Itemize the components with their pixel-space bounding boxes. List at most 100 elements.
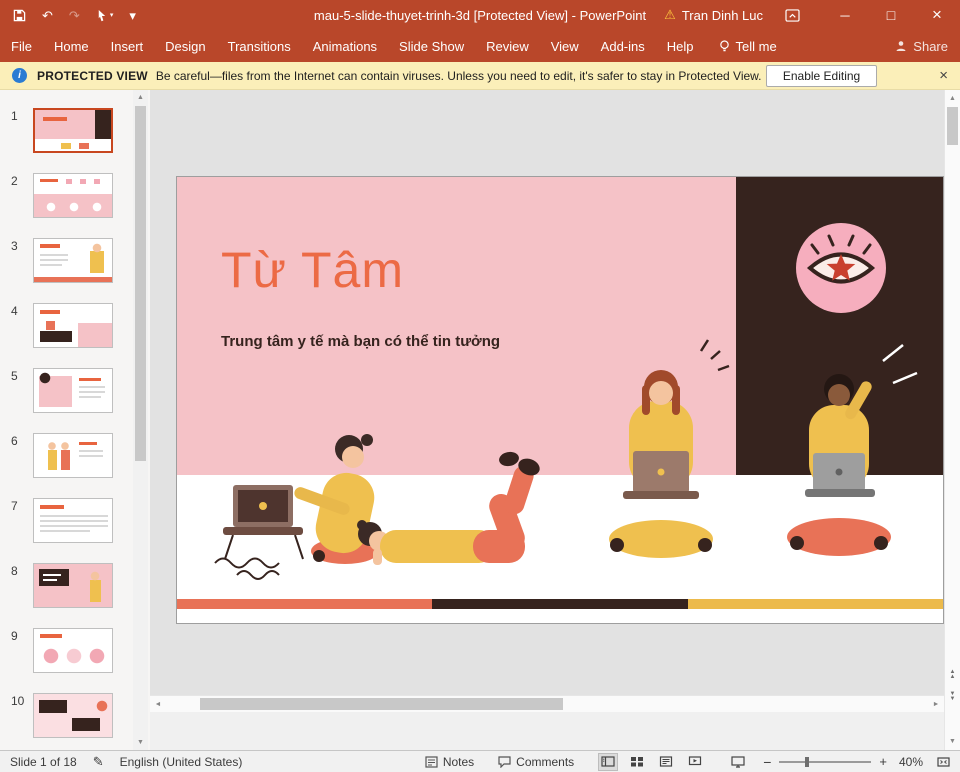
thumbnail-row: 5	[0, 368, 150, 433]
ribbon-display-options-icon[interactable]	[785, 9, 800, 22]
tab-review[interactable]: Review	[475, 30, 540, 62]
maximize-button[interactable]: □	[868, 0, 914, 30]
slide-title[interactable]: Từ Tâm	[221, 241, 404, 299]
zoom-level[interactable]: 40%	[899, 755, 923, 769]
slide-number: 1	[11, 109, 18, 123]
slide-thumbnail-7[interactable]	[33, 498, 113, 543]
slide-editor[interactable]: Từ Tâm Trung tâm y tế mà bạn có thể tin …	[176, 176, 944, 624]
zoom-out-button[interactable]: −	[763, 754, 771, 770]
thumbnail-row: 3	[0, 238, 150, 303]
tab-design[interactable]: Design	[154, 30, 216, 62]
minimize-button[interactable]: ─	[822, 0, 868, 30]
proofing-icon[interactable]: ✎	[93, 754, 104, 770]
eye-illustration	[796, 223, 886, 313]
tell-me-box[interactable]: Tell me	[719, 39, 777, 54]
thumbnail-row: 6	[0, 433, 150, 498]
scroll-right-icon[interactable]: ►	[928, 696, 944, 712]
slide-thumbnail-2[interactable]	[33, 173, 113, 218]
slide-show-button[interactable]	[685, 753, 705, 771]
previous-slide-button[interactable]: ▲ ▲	[945, 670, 960, 680]
person-icon	[895, 40, 907, 52]
slide-subtitle[interactable]: Trung tâm y tế mà bạn có thể tin tưởng	[221, 333, 500, 350]
slide-thumbnail-6[interactable]	[33, 433, 113, 478]
notes-icon	[425, 756, 438, 768]
zoom-slider[interactable]	[779, 761, 871, 763]
quick-access-toolbar: ↶ ↷ ▾ ▾	[0, 9, 136, 22]
tab-slide-show[interactable]: Slide Show	[388, 30, 475, 62]
vertical-scrollbar-thumb[interactable]	[947, 107, 958, 145]
customize-qat-icon[interactable]: ▾	[129, 9, 136, 22]
tab-view[interactable]: View	[540, 30, 590, 62]
tab-add-ins[interactable]: Add-ins	[590, 30, 656, 62]
vertical-scrollbar[interactable]: ▲ ▲ ▲ ▼ ▼ ▼	[944, 90, 960, 750]
scroll-up-icon[interactable]: ▲	[945, 91, 960, 106]
scroll-down-icon[interactable]: ▼	[945, 734, 960, 749]
scroll-up-icon[interactable]: ▲	[133, 90, 148, 105]
chevron-down-icon: ▼	[950, 697, 956, 702]
thumbnail-row: 9	[0, 628, 150, 693]
tab-help[interactable]: Help	[656, 30, 705, 62]
close-message-bar-icon[interactable]: ×	[939, 68, 948, 83]
slide-thumbnail-3[interactable]	[33, 238, 113, 283]
touch-mode-icon[interactable]: ▾	[96, 9, 114, 22]
thumbnail-panel-scrollbar[interactable]: ▲ ▼	[133, 90, 148, 750]
main-area: 1 2 3 4 5 6 7	[0, 90, 960, 750]
notes-button[interactable]: Notes	[425, 755, 474, 769]
slide-indicator[interactable]: Slide 1 of 18	[10, 755, 77, 769]
slide-number: 2	[11, 174, 18, 188]
tab-transitions[interactable]: Transitions	[217, 30, 302, 62]
presentation-display-icon[interactable]	[731, 756, 745, 768]
language-indicator[interactable]: English (United States)	[120, 755, 243, 769]
slide-thumbnail-5[interactable]	[33, 368, 113, 413]
eye-graphic	[796, 223, 886, 313]
save-icon[interactable]	[13, 9, 26, 22]
thumbnail-row: 1	[0, 108, 150, 173]
scrollbar-thumb[interactable]	[135, 106, 146, 461]
tab-file[interactable]: File	[0, 30, 43, 62]
scroll-left-icon[interactable]: ◄	[150, 696, 166, 712]
slide-sorter-view-button[interactable]	[627, 753, 647, 771]
thumbnail-row: 4	[0, 303, 150, 368]
slide-thumbnail-4[interactable]	[33, 303, 113, 348]
status-bar: Slide 1 of 18 ✎ English (United States) …	[0, 750, 960, 772]
fit-slide-to-window-icon[interactable]	[937, 756, 950, 768]
tab-insert[interactable]: Insert	[100, 30, 155, 62]
chevron-down-icon: ▾	[110, 12, 114, 19]
thumbnail-row: 8	[0, 563, 150, 628]
tab-animations[interactable]: Animations	[302, 30, 388, 62]
horizontal-scrollbar[interactable]: ◄ ►	[150, 695, 944, 712]
close-button[interactable]: ×	[914, 0, 960, 30]
warning-icon: ⚠	[664, 7, 676, 23]
comments-button[interactable]: Comments	[498, 755, 574, 769]
slide-thumbnail-9[interactable]	[33, 628, 113, 673]
normal-view-button[interactable]	[598, 753, 618, 771]
slide-number: 10	[11, 694, 24, 708]
next-slide-button[interactable]: ▼ ▼	[945, 692, 960, 702]
user-name[interactable]: Tran Dinh Luc	[682, 8, 763, 23]
powerpoint-window: ↶ ↷ ▾ ▾ mau-5-slide-thuyet-trinh-3d [Pro…	[0, 0, 960, 772]
thumbnail-row: 7	[0, 498, 150, 563]
bottom-spacer-band	[150, 712, 944, 750]
zoom-slider-thumb[interactable]	[805, 757, 809, 767]
slide-thumbnail-1[interactable]	[33, 108, 113, 153]
enable-editing-button[interactable]: Enable Editing	[766, 65, 877, 87]
slide-number: 9	[11, 629, 18, 643]
protected-view-bar: i PROTECTED VIEW Be careful—files from t…	[0, 62, 960, 90]
redo-icon: ↷	[69, 9, 80, 22]
tab-home[interactable]: Home	[43, 30, 100, 62]
reading-view-button[interactable]	[656, 753, 676, 771]
slide-accent-bar	[177, 599, 943, 609]
slide-canvas-area: Từ Tâm Trung tâm y tế mà bạn có thể tin …	[150, 90, 944, 695]
horizontal-scrollbar-thumb[interactable]	[200, 698, 563, 710]
slide-number: 7	[11, 499, 18, 513]
slide-thumbnail-8[interactable]	[33, 563, 113, 608]
share-button[interactable]: Share	[895, 39, 948, 54]
slide-number: 6	[11, 434, 18, 448]
info-icon: i	[12, 68, 27, 83]
scroll-down-icon[interactable]: ▼	[133, 735, 148, 750]
zoom-in-button[interactable]: +	[879, 754, 887, 769]
slide-number: 5	[11, 369, 18, 383]
slide-thumbnail-10[interactable]	[33, 693, 113, 738]
titlebar-right: ⚠ Tran Dinh Luc ─ □ ×	[664, 0, 960, 30]
undo-icon[interactable]: ↶	[42, 9, 53, 22]
